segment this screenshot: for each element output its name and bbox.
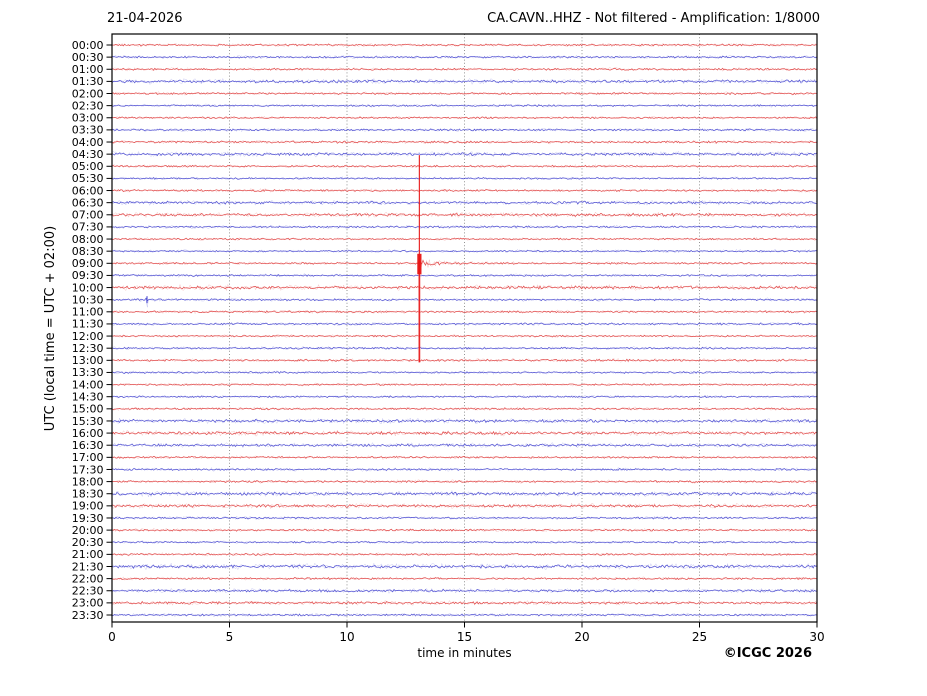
row-label: 12:00: [72, 330, 104, 343]
x-tick-label: 10: [339, 630, 354, 644]
x-ticks: 0 5 10 15 20 25 30: [108, 622, 825, 644]
row-label: 04:00: [72, 136, 104, 149]
row-label: 21:00: [72, 548, 104, 561]
row-label: 00:30: [72, 51, 104, 64]
row-label: 13:30: [72, 366, 104, 379]
row-label: 07:00: [72, 209, 104, 222]
row-label: 13:00: [72, 354, 104, 367]
copyright-text: ©ICGC 2026: [723, 646, 812, 661]
row-label: 05:00: [72, 160, 104, 173]
row-label: 23:00: [72, 597, 104, 610]
row-label: 10:30: [72, 293, 104, 306]
row-label: 16:30: [72, 439, 104, 452]
row-label: 18:00: [72, 475, 104, 488]
helicorder-page: 21-04-2026 CA.CAVN..HHZ - Not filtered -…: [0, 0, 927, 696]
row-label: 19:00: [72, 500, 104, 513]
row-label: 03:00: [72, 112, 104, 125]
row-label: 03:30: [72, 124, 104, 137]
row-label: 09:00: [72, 257, 104, 270]
row-label: 11:00: [72, 306, 104, 319]
row-label: 08:30: [72, 245, 104, 258]
event-markers: [146, 155, 422, 363]
row-label: 16:00: [72, 427, 104, 440]
row-label: 06:00: [72, 184, 104, 197]
x-tick-label: 15: [457, 630, 472, 644]
trace-fuzz-09:00: [111, 258, 818, 269]
row-label: 07:30: [72, 221, 104, 234]
row-label: 15:00: [72, 403, 104, 416]
row-label: 02:30: [72, 99, 104, 112]
x-axis-label: time in minutes: [417, 646, 512, 660]
row-label: 20:30: [72, 536, 104, 549]
row-label: 09:30: [72, 269, 104, 282]
row-label: 20:00: [72, 524, 104, 537]
row-label: 08:00: [72, 233, 104, 246]
grid-lines: [229, 34, 700, 622]
x-tick-label: 20: [574, 630, 589, 644]
row-label: 14:30: [72, 391, 104, 404]
row-label: 02:00: [72, 87, 104, 100]
row-label: 23:30: [72, 609, 104, 622]
x-tick-label: 30: [809, 630, 824, 644]
row-label: 19:30: [72, 512, 104, 525]
seismogram-plot: 0 5 10 15 20 25 30 00:0000:3001:0001:3002:0002:…: [72, 33, 825, 644]
row-label: 01:30: [72, 75, 104, 88]
x-tick-label: 25: [692, 630, 707, 644]
row-label: 10:00: [72, 281, 104, 294]
trace-12:30: [111, 346, 818, 350]
row-label: 11:30: [72, 318, 104, 331]
row-label: 12:30: [72, 342, 104, 355]
row-label: 00:00: [72, 39, 104, 52]
row-label: 15:30: [72, 415, 104, 428]
row-label: 01:00: [72, 63, 104, 76]
row-label: 22:00: [72, 572, 104, 585]
row-label: 18:30: [72, 488, 104, 501]
trace-23:30: [111, 613, 818, 617]
row-label: 04:30: [72, 148, 104, 161]
row-label: 05:30: [72, 172, 104, 185]
row-label: 22:30: [72, 585, 104, 598]
x-tick-label: 5: [226, 630, 234, 644]
row-label: 14:00: [72, 378, 104, 391]
row-label: 21:30: [72, 560, 104, 573]
x-tick-label: 0: [108, 630, 116, 644]
row-label: 06:30: [72, 196, 104, 209]
row-label: 17:00: [72, 451, 104, 464]
y-ticks: 00:0000:3001:0001:3002:0002:3003:0003:30…: [72, 39, 112, 622]
row-label: 17:30: [72, 463, 104, 476]
